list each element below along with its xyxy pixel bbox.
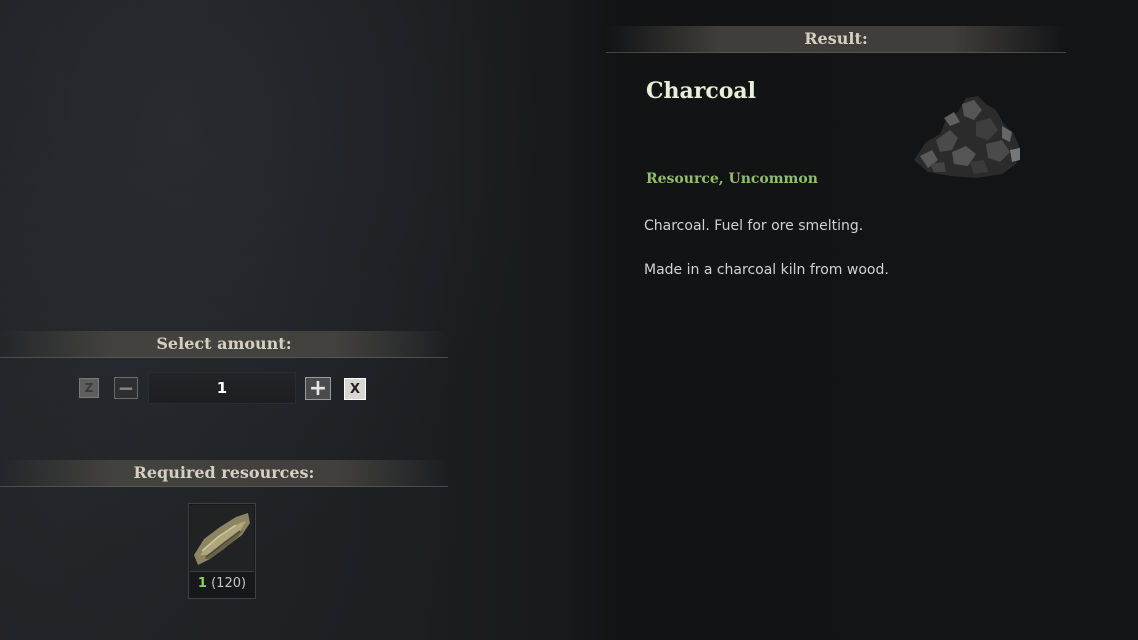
- item-category: Resource, Uncommon: [646, 171, 818, 187]
- item-description-2: Made in a charcoal kiln from wood.: [644, 262, 889, 278]
- decrease-amount-button[interactable]: −: [114, 376, 138, 400]
- z-hotkey-button[interactable]: Z: [79, 378, 99, 398]
- increase-amount-button[interactable]: +: [305, 376, 331, 401]
- resource-needed: 1: [197, 576, 207, 591]
- result-section-title: Result:: [606, 26, 1066, 53]
- resource-count: 1 (120): [189, 576, 255, 591]
- amount-input[interactable]: 1: [148, 372, 296, 404]
- resource-available: (120): [211, 576, 247, 591]
- background-left: [0, 0, 600, 640]
- resource-slot[interactable]: 1 (120): [188, 503, 256, 599]
- required-resources-title: Required resources:: [0, 460, 448, 487]
- resource-thumbnail: [190, 505, 254, 572]
- charcoal-pile-icon: [914, 96, 1020, 178]
- item-description-1: Charcoal. Fuel for ore smelting.: [644, 218, 864, 234]
- item-name: Charcoal: [646, 78, 757, 104]
- select-amount-title: Select amount:: [0, 331, 448, 358]
- wood-log-icon: [194, 513, 250, 565]
- x-hotkey-button[interactable]: X: [344, 378, 366, 400]
